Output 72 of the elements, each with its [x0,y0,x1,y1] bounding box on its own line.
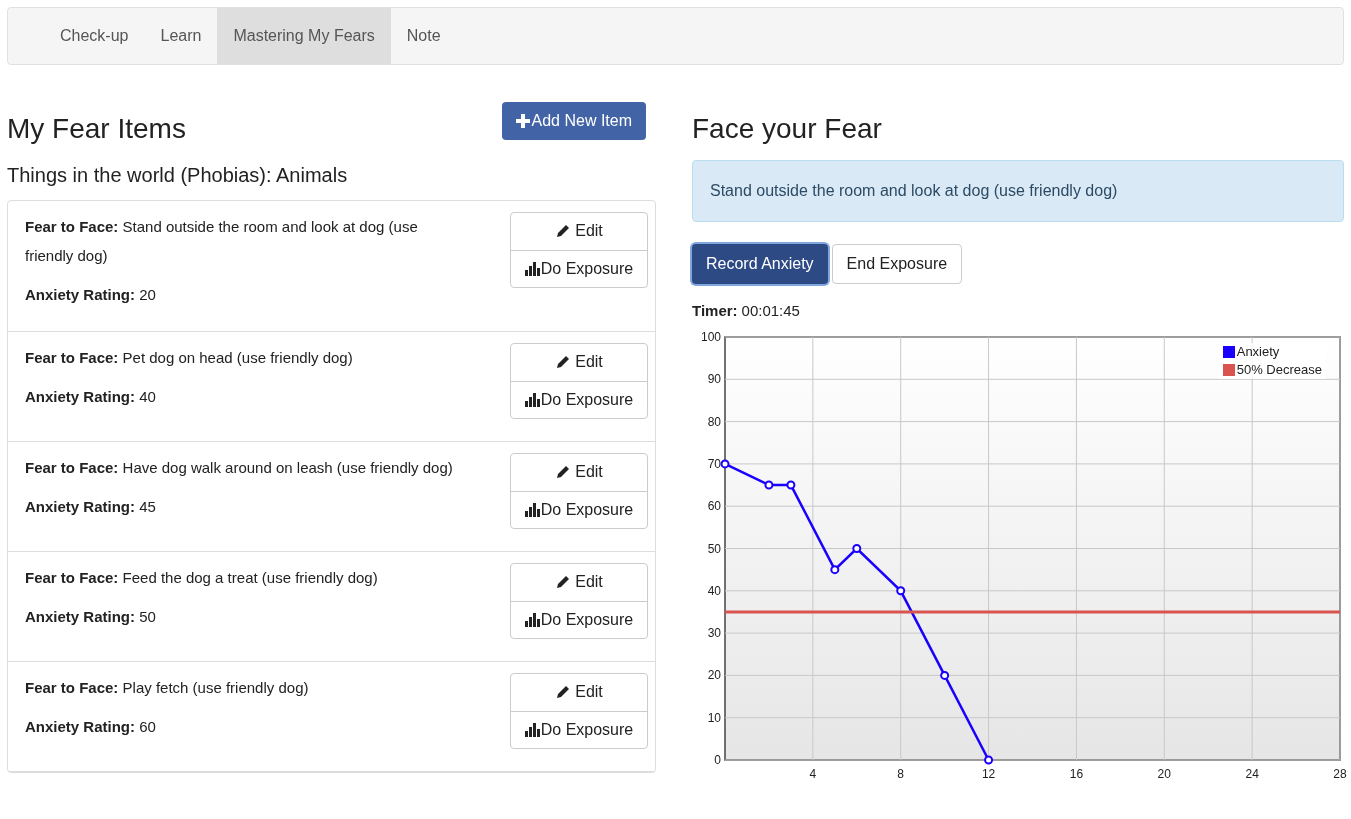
data-point [830,564,840,574]
pencil-icon [555,354,572,371]
anxiety-rating: Anxiety Rating: 60 [25,717,157,737]
y-axis-label: 100 [700,329,721,344]
y-axis-label: 50 [707,541,721,555]
edit-button[interactable]: Edit [511,213,647,251]
pencil-icon [555,684,572,701]
data-point [786,480,796,490]
anxiety-rating: Anxiety Rating: 45 [25,497,157,517]
y-axis-label: 30 [707,625,721,640]
fear-text: Fear to Face: Play fetch (use friendly dog) [25,678,310,698]
add-item-button[interactable]: Add New Item [501,102,646,140]
fear-text: Fear to Face: Have dog walk around on leash (use friendly dog) [25,458,454,478]
bar-chart-icon [524,612,540,627]
pencil-icon [555,464,572,481]
data-point [940,670,950,680]
bar-chart-icon [524,392,540,407]
edit-button[interactable]: Edit [511,344,647,382]
do-exposure-button[interactable]: Do Exposure [511,250,647,287]
bar-chart-icon [524,502,540,517]
category-heading: Things in the world (Phobias): Animals [7,163,349,188]
y-axis-label: 90 [707,371,721,386]
bar-chart-icon [524,722,540,737]
pencil-icon [555,223,572,240]
nav-tab[interactable]: Learn [144,8,218,64]
do-exposure-button[interactable]: Do Exposure [511,601,647,638]
fear-text: Fear to Face: Feed the dog a treat (use friendly dog) [25,568,379,588]
do-exposure-button[interactable]: Do Exposure [511,711,647,748]
data-point [896,585,906,595]
current-fear-alert: Stand outside the room and look at dog (use friendly dog) [692,160,1344,222]
section-title: My Fear Items [7,112,186,146]
anxiety-rating: Anxiety Rating: 20 [25,285,157,305]
plus-icon [515,114,530,128]
nav-tab[interactable]: Check-up [44,8,145,64]
y-axis-label: 20 [707,667,721,682]
nav-tab[interactable]: Mastering My Fears [217,8,391,64]
timer-value: 00:01:45 [741,301,800,321]
do-exposure-button[interactable]: Do Exposure [511,491,647,528]
y-axis-label: 70 [707,456,721,471]
bar-chart-icon [524,261,540,276]
end-exposure-button[interactable]: End Exposure [831,244,963,284]
timer-label: Timer: [692,301,738,321]
x-axis-label: 24 [1245,766,1259,781]
pencil-icon [555,574,572,591]
x-axis-label: 8 [897,766,905,781]
x-axis-label: 20 [1157,766,1171,781]
section-title: Face your Fear [692,112,883,146]
y-axis-label: 80 [707,414,721,429]
nav-tab[interactable]: Note [390,8,457,64]
anxiety-rating: Anxiety Rating: 40 [25,387,157,407]
fear-text: Fear to Face: Stand outside the room and look at dog (use friendly dog) [25,217,419,266]
data-point [852,543,862,553]
record-anxiety-button[interactable]: Record Anxiety [692,244,828,284]
legend-label: 50% Decrease [1236,360,1322,379]
edit-button[interactable]: Edit [511,564,647,602]
fear-text: Fear to Face: Pet dog on head (use friendly dog) [25,348,354,368]
x-axis-label: 4 [809,766,817,781]
do-exposure-button[interactable]: Do Exposure [511,381,647,418]
x-axis-label: 28 [1333,766,1347,781]
y-axis-label: 60 [707,498,721,513]
edit-button[interactable]: Edit [511,674,647,712]
anxiety-rating: Anxiety Rating: 50 [25,607,157,627]
x-axis-label: 16 [1069,766,1084,781]
data-point [764,480,774,490]
data-point [720,458,730,468]
x-axis-label: 12 [981,766,996,781]
y-axis-label: 10 [707,710,721,725]
y-axis-label: 40 [707,583,721,598]
y-axis-label: 0 [714,752,721,767]
data-point [984,755,994,764]
legend-label: Anxiety [1236,342,1280,361]
edit-button[interactable]: Edit [511,454,647,492]
